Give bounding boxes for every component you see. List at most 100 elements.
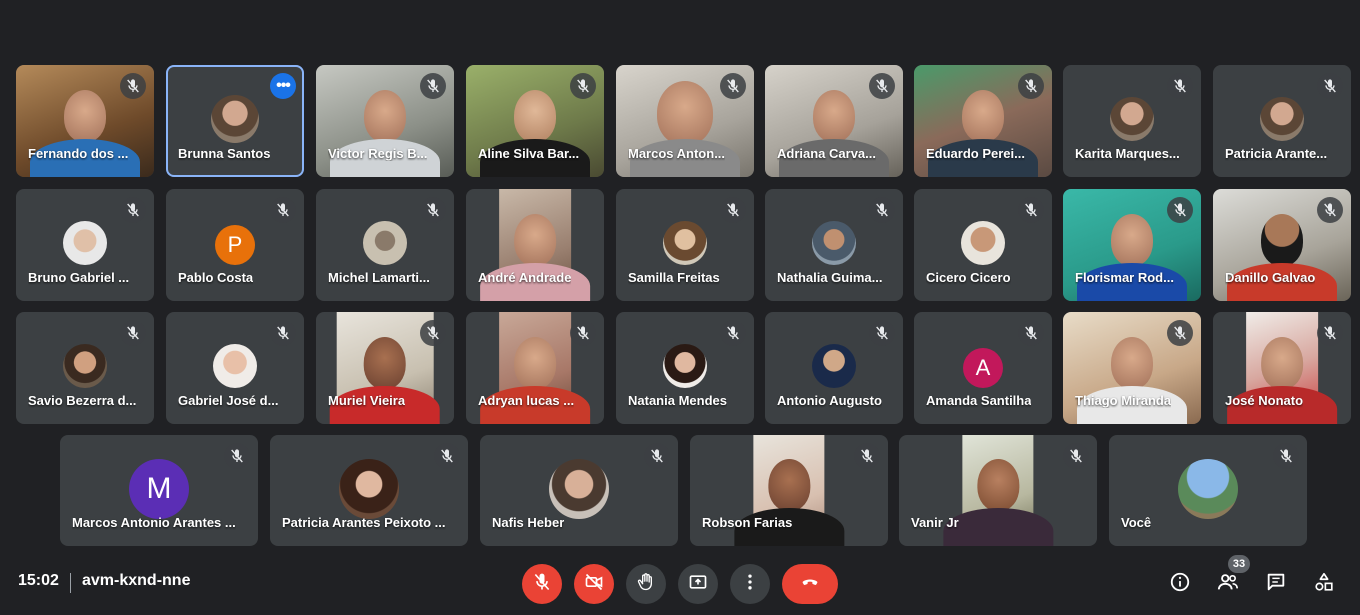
participant-tile[interactable]: José Nonato: [1213, 312, 1351, 424]
participant-name: Savio Bezerra d...: [28, 393, 137, 408]
participant-avatar: [63, 221, 107, 265]
participant-tile[interactable]: Robson Farias: [690, 435, 888, 546]
participant-name: Cicero Cicero: [926, 270, 1011, 285]
participant-tile[interactable]: Marcos Anton...: [616, 65, 754, 177]
participant-tile[interactable]: Antonio Augusto: [765, 312, 903, 424]
camera-toggle-button[interactable]: [574, 564, 614, 604]
participant-tile[interactable]: Adryan lucas ...: [466, 312, 604, 424]
mic-toggle-button[interactable]: [522, 564, 562, 604]
mic-off-icon: [869, 320, 895, 346]
hand-icon: [636, 572, 656, 597]
mic-off-icon: [1063, 443, 1089, 469]
participant-tile[interactable]: Patricia Arante...: [1213, 65, 1351, 177]
participant-avatar: P: [215, 225, 255, 265]
mic-off-icon: [720, 73, 746, 99]
mic-off-icon: [1018, 197, 1044, 223]
participant-avatar: [663, 344, 707, 388]
participant-tile[interactable]: P Pablo Costa: [166, 189, 304, 301]
participant-tile[interactable]: Victor Regis B...: [316, 65, 454, 177]
activities-icon: [1313, 571, 1335, 598]
call-end-icon: [800, 572, 820, 597]
videocam-off-icon: [584, 572, 604, 597]
participant-avatar: M: [129, 459, 189, 519]
mic-off-icon: [570, 73, 596, 99]
participant-tile[interactable]: Eduardo Perei...: [914, 65, 1052, 177]
participant-tile[interactable]: M Marcos Antonio Arantes ...: [60, 435, 258, 546]
mic-off-icon: [1167, 320, 1193, 346]
participant-tile[interactable]: Savio Bezerra d...: [16, 312, 154, 424]
participant-name: Natania Mendes: [628, 393, 727, 408]
chat-button[interactable]: [1260, 568, 1292, 600]
participant-tile[interactable]: Nafis Heber: [480, 435, 678, 546]
more-vert-icon: [740, 572, 760, 597]
participant-tile[interactable]: Samilla Freitas: [616, 189, 754, 301]
participant-name: Nafis Heber: [492, 515, 565, 530]
participant-name: Marcos Antonio Arantes ...: [72, 515, 236, 530]
mic-off-icon: [1167, 73, 1193, 99]
participant-tile[interactable]: Vanir Jr: [899, 435, 1097, 546]
participant-avatar: [1260, 97, 1304, 141]
mic-off-icon: [120, 197, 146, 223]
mic-off-icon: [869, 197, 895, 223]
mic-off-icon: [1317, 73, 1343, 99]
mic-off-icon: [420, 197, 446, 223]
participant-count-badge: 33: [1228, 555, 1250, 573]
mic-off-icon: [1317, 197, 1343, 223]
present-screen-icon: [688, 572, 708, 597]
participant-name: Florismar Rod...: [1075, 270, 1174, 285]
participant-tile[interactable]: Karita Marques...: [1063, 65, 1201, 177]
participant-tile[interactable]: Fernando dos ...: [16, 65, 154, 177]
participant-name: Samilla Freitas: [628, 270, 720, 285]
more-options-button[interactable]: [730, 564, 770, 604]
participant-tile[interactable]: Gabriel José d...: [166, 312, 304, 424]
participant-tile[interactable]: Aline Silva Bar...: [466, 65, 604, 177]
participant-avatar: [663, 221, 707, 265]
more-horiz-icon[interactable]: •••: [270, 73, 296, 99]
participant-avatar: [339, 459, 399, 519]
mic-off-icon: [869, 73, 895, 99]
participant-name: Thiago Miranda: [1075, 393, 1172, 408]
participant-tile[interactable]: André Andrade: [466, 189, 604, 301]
mic-off-icon: [270, 197, 296, 223]
participant-tile[interactable]: Adriana Carva...: [765, 65, 903, 177]
mic-off-icon: [1018, 73, 1044, 99]
participant-name: Fernando dos ...: [28, 146, 129, 161]
participant-avatar: [213, 344, 257, 388]
participant-avatar: [211, 95, 259, 143]
participant-name: Eduardo Perei...: [926, 146, 1025, 161]
mic-off-icon: [720, 197, 746, 223]
participant-tile[interactable]: Cicero Cicero: [914, 189, 1052, 301]
participant-tile[interactable]: Você: [1109, 435, 1307, 546]
present-button[interactable]: [678, 564, 718, 604]
participant-tile[interactable]: Muriel Vieira: [316, 312, 454, 424]
participant-name: Você: [1121, 515, 1152, 530]
participant-name: Victor Regis B...: [328, 146, 428, 161]
participant-tile[interactable]: Patricia Arantes Peixoto ...: [270, 435, 468, 546]
participant-tile[interactable]: Bruno Gabriel ...: [16, 189, 154, 301]
info-icon: [1169, 571, 1191, 598]
divider: [70, 573, 71, 593]
chat-icon: [1265, 571, 1287, 598]
participant-name: Patricia Arante...: [1225, 146, 1328, 161]
participant-tile[interactable]: Danillo Galvao: [1213, 189, 1351, 301]
participant-name: Robson Farias: [702, 515, 793, 530]
participant-tile[interactable]: Nathalia Guima...: [765, 189, 903, 301]
participant-name: Pablo Costa: [178, 270, 254, 285]
meeting-details-button[interactable]: [1164, 568, 1196, 600]
participant-name: Muriel Vieira: [328, 393, 406, 408]
participant-tile[interactable]: Michel Lamarti...: [316, 189, 454, 301]
raise-hand-button[interactable]: [626, 564, 666, 604]
participant-tile[interactable]: Natania Mendes: [616, 312, 754, 424]
participant-tile[interactable]: Brunna Santos •••: [166, 65, 304, 177]
activities-button[interactable]: [1308, 568, 1340, 600]
participant-name: Karita Marques...: [1075, 146, 1180, 161]
participant-tile[interactable]: Thiago Miranda: [1063, 312, 1201, 424]
participant-name: Brunna Santos: [178, 146, 271, 161]
participant-avatar: [63, 344, 107, 388]
bottom-bar: 15:02 avm-kxnd-nne 33: [0, 555, 1360, 615]
participant-tile[interactable]: Florismar Rod...: [1063, 189, 1201, 301]
mic-off-icon: [720, 320, 746, 346]
leave-call-button[interactable]: [782, 564, 838, 604]
participant-name: Gabriel José d...: [178, 393, 279, 408]
participant-tile[interactable]: A Amanda Santilha: [914, 312, 1052, 424]
